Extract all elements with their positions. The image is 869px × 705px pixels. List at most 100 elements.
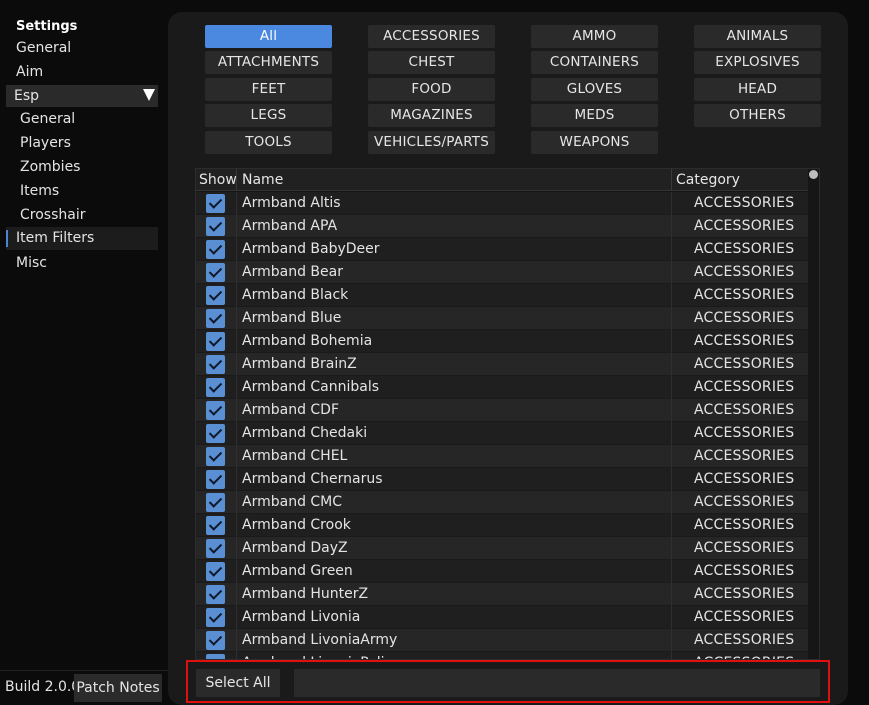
show-checkbox[interactable] (206, 286, 225, 305)
table-row[interactable]: Armband BrainZ ACCESSORIES (196, 353, 808, 376)
show-checkbox[interactable] (206, 424, 225, 443)
item-category: ACCESSORIES (694, 563, 795, 579)
item-name: Armband DayZ (242, 540, 348, 556)
show-checkbox[interactable] (206, 516, 225, 535)
item-category: ACCESSORIES (694, 517, 795, 533)
table-row[interactable]: Armband Altis ACCESSORIES (196, 192, 808, 215)
column-divider (671, 583, 672, 606)
column-header-name[interactable]: Name (242, 169, 283, 191)
show-checkbox[interactable] (206, 263, 225, 282)
settings-title: Settings (16, 19, 78, 34)
column-divider (671, 192, 672, 215)
table-row[interactable]: Armband Cannibals ACCESSORIES (196, 376, 808, 399)
category-button-chest[interactable]: CHEST (368, 51, 495, 74)
select-all-button[interactable]: Select All (196, 669, 280, 697)
show-checkbox[interactable] (206, 194, 225, 213)
category-button-meds[interactable]: MEDS (531, 104, 658, 127)
category-button-gloves[interactable]: GLOVES (531, 78, 658, 101)
table-row[interactable]: Armband Bohemia ACCESSORIES (196, 330, 808, 353)
table-row[interactable]: Armband Livonia ACCESSORIES (196, 606, 808, 629)
table-row[interactable]: Armband Blue ACCESSORIES (196, 307, 808, 330)
column-divider (671, 307, 672, 330)
category-button-legs[interactable]: LEGS (205, 104, 332, 127)
column-divider (671, 399, 672, 422)
item-category: ACCESSORIES (694, 287, 795, 303)
column-divider (671, 537, 672, 560)
table-row[interactable]: Armband Chernarus ACCESSORIES (196, 468, 808, 491)
category-button-containers[interactable]: CONTAINERS (531, 51, 658, 74)
show-checkbox[interactable] (206, 332, 225, 351)
item-name: Armband BabyDeer (242, 241, 380, 257)
show-checkbox[interactable] (206, 631, 225, 650)
table-row[interactable]: Armband CDF ACCESSORIES (196, 399, 808, 422)
table-row[interactable]: Armband HunterZ ACCESSORIES (196, 583, 808, 606)
scrollbar-handle[interactable] (809, 170, 818, 179)
category-button-attachments[interactable]: ATTACHMENTS (205, 51, 332, 74)
category-button-animals[interactable]: ANIMALS (694, 25, 821, 48)
sidebar-subitem-crosshair[interactable]: Crosshair (20, 204, 85, 226)
category-button-food[interactable]: FOOD (368, 78, 495, 101)
table-row[interactable]: Armband CHEL ACCESSORIES (196, 445, 808, 468)
sidebar-item-aim[interactable]: Aim (16, 61, 43, 83)
category-button-accessories[interactable]: ACCESSORIES (368, 25, 495, 48)
table-row[interactable]: Armband LivoniaPolice ACCESSORIES (196, 652, 808, 659)
item-name: Armband LivoniaPolice (242, 652, 401, 659)
show-checkbox[interactable] (206, 355, 225, 374)
category-button-weapons[interactable]: WEAPONS (531, 131, 658, 154)
category-button-explosives[interactable]: EXPLOSIVES (694, 51, 821, 74)
show-checkbox[interactable] (206, 378, 225, 397)
item-category: ACCESSORIES (694, 356, 795, 372)
sidebar-subitem-players[interactable]: Players (20, 132, 71, 154)
table-row[interactable]: Armband LivoniaArmy ACCESSORIES (196, 629, 808, 652)
table-row[interactable]: Armband DayZ ACCESSORIES (196, 537, 808, 560)
show-checkbox[interactable] (206, 240, 225, 259)
sidebar-subitem-zombies[interactable]: Zombies (20, 156, 80, 178)
category-button-tools[interactable]: TOOLS (205, 131, 332, 154)
column-divider (236, 376, 237, 399)
category-button-vehicles-parts[interactable]: VEHICLES/PARTS (368, 131, 495, 154)
show-checkbox[interactable] (206, 470, 225, 489)
filter-input[interactable] (294, 669, 820, 697)
item-name: Armband CHEL (242, 448, 348, 464)
category-button-ammo[interactable]: AMMO (531, 25, 658, 48)
show-checkbox[interactable] (206, 493, 225, 512)
show-checkbox[interactable] (206, 585, 225, 604)
table-row[interactable]: Armband Chedaki ACCESSORIES (196, 422, 808, 445)
table-row[interactable]: Armband Green ACCESSORIES (196, 560, 808, 583)
sidebar-item-esp[interactable]: Esp (6, 85, 158, 107)
column-divider (236, 629, 237, 652)
item-category: ACCESSORIES (694, 632, 795, 648)
sidebar-item-misc[interactable]: Misc (16, 252, 47, 274)
show-checkbox[interactable] (206, 562, 225, 581)
column-header-category[interactable]: Category (676, 169, 740, 191)
table-row[interactable]: Armband Bear ACCESSORIES (196, 261, 808, 284)
category-button-others[interactable]: OTHERS (694, 104, 821, 127)
column-divider (671, 353, 672, 376)
bottom-action-bar: Select All (186, 660, 830, 703)
show-checkbox[interactable] (206, 401, 225, 420)
table-row[interactable]: Armband Crook ACCESSORIES (196, 514, 808, 537)
column-header-show[interactable]: Show (199, 169, 237, 191)
table-row[interactable]: Armband CMC ACCESSORIES (196, 491, 808, 514)
show-checkbox[interactable] (206, 447, 225, 466)
column-divider (236, 491, 237, 514)
table-row[interactable]: Armband APA ACCESSORIES (196, 215, 808, 238)
sidebar-subitem-items[interactable]: Items (20, 180, 59, 202)
sidebar-item-item-filters[interactable]: Item Filters (6, 227, 158, 250)
column-divider (236, 422, 237, 445)
show-checkbox[interactable] (206, 539, 225, 558)
sidebar-subitem-general[interactable]: General (20, 108, 75, 130)
show-checkbox[interactable] (206, 608, 225, 627)
sidebar-item-general[interactable]: General (16, 37, 71, 59)
category-button-feet[interactable]: FEET (205, 78, 332, 101)
item-name: Armband Chernarus (242, 471, 383, 487)
show-checkbox[interactable] (206, 217, 225, 236)
category-button-all[interactable]: All (205, 25, 332, 48)
item-category: ACCESSORIES (694, 586, 795, 602)
patch-notes-button[interactable]: Patch Notes (74, 674, 162, 702)
table-row[interactable]: Armband BabyDeer ACCESSORIES (196, 238, 808, 261)
table-row[interactable]: Armband Black ACCESSORIES (196, 284, 808, 307)
category-button-magazines[interactable]: MAGAZINES (368, 104, 495, 127)
show-checkbox[interactable] (206, 309, 225, 328)
category-button-head[interactable]: HEAD (694, 78, 821, 101)
